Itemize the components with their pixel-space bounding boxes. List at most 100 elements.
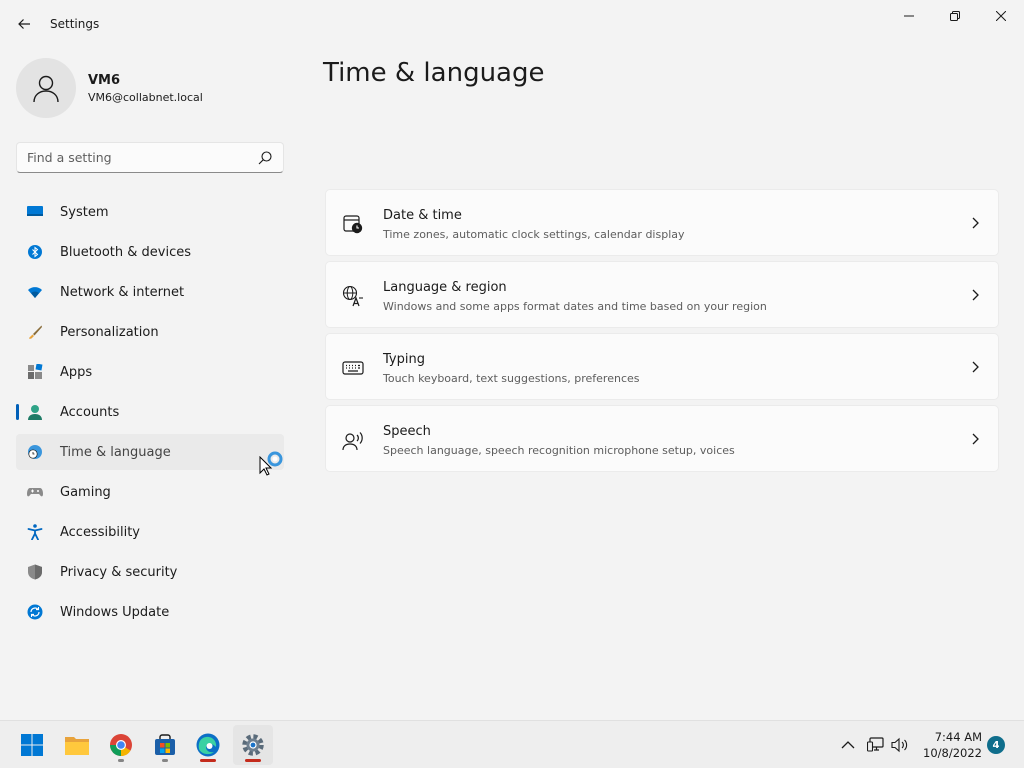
file-explorer-icon	[65, 737, 89, 755]
chevron-right-icon	[972, 433, 979, 445]
sidebar-item-windows-update[interactable]: Windows Update	[16, 594, 284, 630]
sidebar-item-label: Time & language	[60, 444, 171, 460]
keyboard-icon	[342, 361, 364, 375]
taskbar: 7:44 AM 10/8/2022 4	[0, 720, 1024, 768]
edge-icon	[196, 733, 220, 757]
close-icon	[996, 11, 1006, 21]
settings-window: Settings VM6 VM6@collabnet.local System	[0, 0, 1024, 720]
sidebar-item-apps[interactable]: Apps	[16, 354, 284, 390]
sidebar-item-label: Privacy & security	[60, 564, 178, 580]
minimize-icon	[904, 15, 914, 17]
card-title: Language & region	[383, 280, 507, 295]
card-description: Windows and some apps format dates and t…	[383, 300, 767, 313]
user-profile[interactable]: VM6 VM6@collabnet.local	[16, 58, 203, 118]
card-description: Time zones, automatic clock settings, ca…	[383, 228, 685, 241]
card-description: Speech language, speech recognition micr…	[383, 444, 735, 457]
close-button[interactable]	[978, 0, 1024, 32]
sidebar-item-gaming[interactable]: Gaming	[16, 474, 284, 510]
back-arrow-icon	[18, 19, 30, 29]
running-indicator	[200, 759, 216, 762]
page-title: Time & language	[323, 58, 545, 88]
taskbar-file-explorer[interactable]	[57, 725, 97, 765]
bluetooth-icon	[27, 244, 43, 260]
show-hidden-icons-button[interactable]	[838, 735, 858, 755]
card-typing[interactable]: Typing Touch keyboard, text suggestions,…	[325, 333, 999, 400]
back-button[interactable]	[10, 10, 38, 38]
search-input[interactable]	[17, 143, 247, 172]
start-icon	[21, 734, 43, 756]
chevron-right-icon	[972, 217, 979, 229]
running-indicator	[245, 759, 261, 762]
title-bar: Settings	[0, 0, 1024, 48]
card-title: Date & time	[383, 208, 462, 223]
update-icon	[27, 604, 43, 620]
taskbar-chrome[interactable]	[101, 725, 141, 765]
running-indicator	[118, 759, 124, 762]
settings-cards: Date & time Time zones, automatic clock …	[325, 189, 999, 477]
taskbar-edge[interactable]	[188, 725, 228, 765]
shield-icon	[27, 564, 43, 580]
user-avatar-icon	[33, 75, 59, 103]
sidebar-item-label: Personalization	[60, 324, 159, 340]
network-icon	[867, 737, 884, 752]
card-title: Typing	[383, 352, 425, 367]
avatar	[16, 58, 76, 118]
store-icon	[155, 734, 175, 755]
sidebar-item-system[interactable]: System	[16, 194, 284, 230]
restore-icon	[950, 11, 960, 21]
apps-icon	[27, 364, 43, 380]
card-language-region[interactable]: Language & region Windows and some apps …	[325, 261, 999, 328]
profile-email: VM6@collabnet.local	[88, 90, 203, 104]
sidebar-item-accessibility[interactable]: Accessibility	[16, 514, 284, 550]
sidebar-item-label: System	[60, 204, 109, 220]
accessibility-icon	[27, 524, 43, 540]
sidebar-item-label: Accessibility	[60, 524, 140, 540]
chrome-icon	[110, 734, 132, 756]
chevron-right-icon	[972, 289, 979, 301]
sidebar-item-privacy[interactable]: Privacy & security	[16, 554, 284, 590]
language-icon	[342, 285, 363, 307]
monitor-icon	[27, 204, 43, 220]
sidebar-item-time-language[interactable]: Time & language	[16, 434, 284, 470]
maximize-button[interactable]	[932, 0, 978, 32]
wifi-icon	[27, 284, 43, 300]
sidebar-item-label: Apps	[60, 364, 93, 380]
profile-name: VM6	[88, 72, 121, 88]
minimize-button[interactable]	[886, 0, 932, 32]
card-description: Touch keyboard, text suggestions, prefer…	[383, 372, 640, 385]
card-title: Speech	[383, 424, 431, 439]
clock-time: 7:44 AM	[934, 730, 982, 744]
speech-icon	[342, 432, 363, 451]
card-date-time[interactable]: Date & time Time zones, automatic clock …	[325, 189, 999, 256]
sidebar-nav: System Bluetooth & devices Network & int…	[16, 194, 284, 634]
notification-badge[interactable]: 4	[987, 736, 1005, 754]
mouse-cursor-icon	[259, 456, 273, 476]
clock-date: 10/8/2022	[923, 746, 982, 760]
sidebar-item-network[interactable]: Network & internet	[16, 274, 284, 310]
chevron-up-icon	[841, 741, 855, 749]
taskbar-clock[interactable]: 7:44 AM 10/8/2022	[916, 729, 982, 761]
volume-icon	[891, 737, 908, 753]
sidebar-item-label: Bluetooth & devices	[60, 244, 191, 260]
sidebar-item-label: Gaming	[60, 484, 111, 500]
focus-indicator	[16, 404, 19, 420]
taskbar-settings[interactable]	[233, 725, 273, 765]
globe-clock-icon	[27, 444, 43, 460]
sidebar-item-label: Accounts	[60, 404, 120, 420]
sidebar-item-accounts[interactable]: Accounts	[16, 394, 284, 430]
sidebar-item-bluetooth[interactable]: Bluetooth & devices	[16, 234, 284, 270]
calendar-clock-icon	[343, 215, 363, 234]
settings-icon	[242, 734, 264, 756]
start-button[interactable]	[12, 725, 52, 765]
gamepad-icon	[27, 484, 43, 500]
search-icon[interactable]	[257, 150, 273, 166]
taskbar-store[interactable]	[145, 725, 185, 765]
volume-button[interactable]	[890, 735, 910, 755]
chevron-right-icon	[972, 361, 979, 373]
network-status-button[interactable]	[866, 735, 886, 755]
person-icon	[27, 404, 43, 420]
app-title: Settings	[50, 17, 100, 31]
paintbrush-icon	[27, 324, 43, 340]
sidebar-item-personalization[interactable]: Personalization	[16, 314, 284, 350]
card-speech[interactable]: Speech Speech language, speech recogniti…	[325, 405, 999, 472]
